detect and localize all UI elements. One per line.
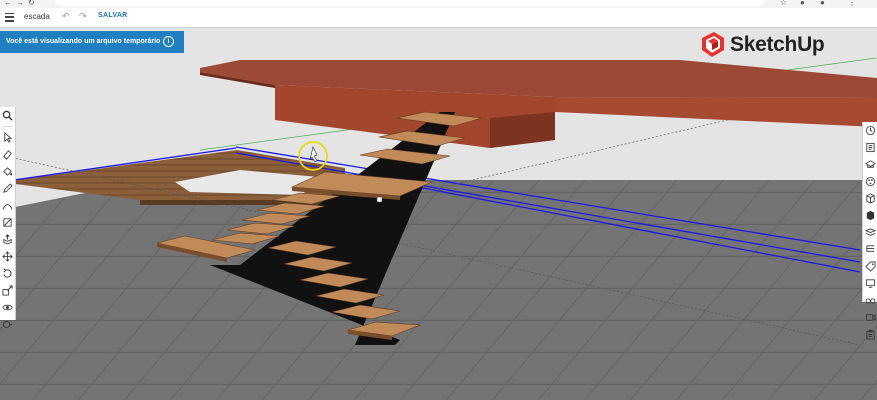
- report-icon[interactable]: [863, 326, 877, 343]
- inference-point: [376, 196, 383, 203]
- left-toolbar: [0, 107, 16, 329]
- logo-text: SketchUp: [730, 33, 825, 56]
- scenes-icon[interactable]: [863, 156, 877, 173]
- components-icon[interactable]: [863, 207, 877, 224]
- scale-icon[interactable]: [0, 282, 15, 299]
- layers-icon[interactable]: [863, 224, 877, 241]
- forward-icon[interactable]: →: [16, 0, 24, 7]
- viewport-3d[interactable]: [0, 28, 877, 400]
- app-toolbar: escada ↶ ↷ SALVAR: [0, 8, 877, 28]
- redo-icon[interactable]: ↷: [79, 11, 87, 22]
- pencil-icon[interactable]: [0, 180, 15, 197]
- entity-info-icon[interactable]: [863, 139, 877, 156]
- glasses-icon[interactable]: [863, 292, 877, 309]
- info-icon[interactable]: i: [163, 36, 174, 47]
- temp-file-banner: Você está visualizando um arquivo tempor…: [0, 31, 184, 53]
- address-bar[interactable]: [55, 0, 765, 6]
- file-name[interactable]: escada: [24, 12, 50, 21]
- rotate-icon[interactable]: [0, 265, 15, 282]
- materials-icon[interactable]: [863, 173, 877, 190]
- browser-menu-icon[interactable]: ⋮: [848, 0, 856, 7]
- instructor-icon[interactable]: [863, 122, 877, 139]
- eraser-icon[interactable]: [0, 146, 15, 163]
- camera-views-icon[interactable]: [863, 309, 877, 326]
- menu-icon[interactable]: [4, 10, 16, 24]
- arc-icon[interactable]: [0, 197, 15, 214]
- orbit-icon[interactable]: [0, 299, 15, 316]
- display-icon[interactable]: [863, 275, 877, 292]
- push-pull-icon[interactable]: [0, 231, 15, 248]
- banner-text: Você está visualizando um arquivo tempor…: [6, 38, 161, 45]
- paint-bucket-icon[interactable]: [0, 163, 15, 180]
- profile-icon[interactable]: ●: [820, 0, 825, 7]
- save-button[interactable]: SALVAR: [98, 12, 128, 19]
- tape-measure-icon[interactable]: [0, 316, 15, 333]
- select-arrow-icon[interactable]: [0, 129, 15, 146]
- reload-icon[interactable]: ↻: [28, 0, 35, 7]
- star-icon[interactable]: ☆: [780, 0, 787, 7]
- search-icon[interactable]: [0, 107, 15, 124]
- back-icon[interactable]: ←: [4, 0, 12, 7]
- right-toolbar: [862, 122, 877, 340]
- sketchup-logo-icon: [702, 32, 724, 57]
- shape-icon[interactable]: [0, 214, 15, 231]
- outliner-icon[interactable]: [863, 241, 877, 258]
- styles-icon[interactable]: [863, 190, 877, 207]
- move-icon[interactable]: [0, 248, 15, 265]
- extension-icon[interactable]: ●: [800, 0, 805, 7]
- tag-icon[interactable]: [863, 258, 877, 275]
- undo-icon[interactable]: ↶: [62, 11, 70, 22]
- floor: [0, 180, 877, 400]
